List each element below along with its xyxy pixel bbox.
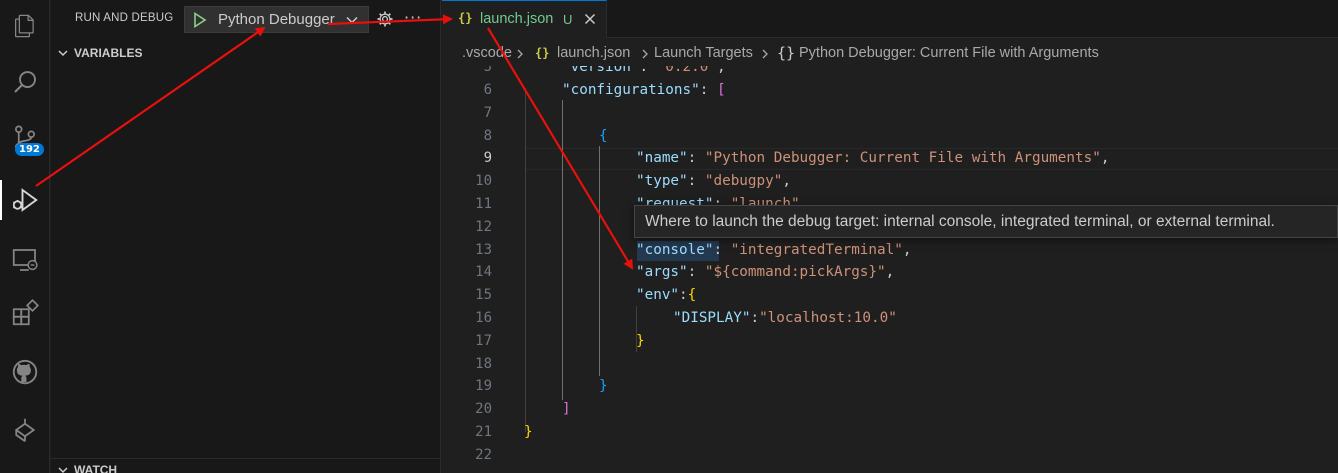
- chevron-down-icon: [346, 16, 358, 24]
- code-line: "name": "Python Debugger: Current File w…: [636, 150, 1110, 166]
- hover-tooltip: Where to launch the debug target: intern…: [634, 205, 1338, 238]
- code-line: "version": "0.2.0",: [562, 66, 726, 75]
- untracked-status-badge: U: [563, 12, 573, 27]
- variables-section-header[interactable]: VARIABLES: [51, 42, 441, 64]
- github-icon: [12, 359, 38, 385]
- debug-config-label: Python Debugger: [218, 11, 335, 28]
- files-icon: [15, 14, 34, 38]
- gitlens-icon: [14, 418, 36, 442]
- editor-tabs: {} launch.json U: [442, 0, 1338, 38]
- line-number: 5: [483, 66, 492, 75]
- watch-section-header[interactable]: WATCH: [51, 459, 441, 473]
- json-file-icon: {}: [458, 11, 473, 25]
- hover-tooltip-text: Where to launch the debug target: intern…: [645, 213, 1275, 230]
- breadcrumb-file[interactable]: launch.json: [557, 45, 630, 61]
- extensions-icon: [12, 298, 40, 326]
- line-number: 11: [475, 196, 492, 212]
- more-actions-icon[interactable]: ···: [404, 8, 422, 27]
- search-icon: [14, 71, 36, 93]
- variables-section-label: VARIABLES: [74, 46, 143, 60]
- line-number: 14: [475, 264, 492, 280]
- chevron-down-icon: [58, 50, 68, 57]
- json-file-icon: {}: [535, 46, 550, 60]
- chevron-right-icon: [642, 49, 648, 59]
- activity-remote-explorer[interactable]: [0, 236, 50, 284]
- breadcrumb-folder[interactable]: .vscode: [462, 45, 512, 61]
- line-number: 12: [475, 219, 492, 235]
- line-number: 8: [483, 128, 492, 144]
- code-line: "DISPLAY":"localhost:10.0": [673, 310, 897, 326]
- line-number: 21: [475, 424, 492, 440]
- code-editor[interactable]: 5 6 7 8 9 10 11 12 13 14 15 16 17 18 19 …: [442, 66, 1338, 473]
- line-number-current: 9: [483, 150, 492, 166]
- breadcrumb-section[interactable]: Launch Targets: [654, 45, 753, 61]
- gear-icon[interactable]: [376, 10, 394, 28]
- debug-icon: [12, 188, 38, 212]
- code-line: ]: [562, 401, 571, 417]
- watch-section-label: WATCH: [74, 463, 118, 473]
- code-line: "args": "${command:pickArgs}",: [636, 264, 895, 280]
- code-line: "configurations": [: [562, 82, 726, 98]
- code-line: "env":{: [636, 287, 697, 303]
- line-number: 7: [483, 105, 492, 121]
- activity-gitlens[interactable]: [0, 406, 50, 454]
- chevron-right-icon: [517, 49, 523, 59]
- line-number: 17: [475, 333, 492, 349]
- debug-config-dropdown[interactable]: Python Debugger: [184, 6, 369, 33]
- activity-search[interactable]: [0, 58, 50, 106]
- sidebar-title: RUN AND DEBUG: [75, 12, 174, 24]
- code-line: "console": "integratedTerminal",: [636, 242, 912, 258]
- tab-launch-json[interactable]: {} launch.json U: [442, 0, 607, 38]
- chevron-down-icon: [58, 467, 68, 473]
- code-line: {: [599, 128, 608, 144]
- code-line: }: [636, 333, 645, 349]
- line-number: 20: [475, 401, 492, 417]
- line-number: 13: [475, 242, 492, 258]
- indent-guide: [599, 146, 600, 376]
- activity-extensions[interactable]: [0, 289, 50, 337]
- code-line: }: [524, 424, 533, 440]
- source-control-badge: 192: [15, 143, 44, 156]
- line-number: 19: [475, 378, 492, 394]
- code-line: "type": "debugpy",: [636, 173, 791, 189]
- start-debugging-icon[interactable]: [193, 12, 207, 28]
- object-icon: {}: [777, 44, 796, 62]
- line-number: 15: [475, 287, 492, 303]
- indent-guide: [525, 88, 526, 432]
- close-icon[interactable]: [583, 12, 597, 26]
- chevron-right-icon: [762, 49, 768, 59]
- activity-github[interactable]: [0, 348, 50, 396]
- tab-label: launch.json: [480, 11, 554, 27]
- line-number: 16: [475, 310, 492, 326]
- remote-explorer-icon: [12, 249, 38, 271]
- activity-explorer[interactable]: [0, 2, 50, 50]
- code-line: }: [599, 378, 608, 394]
- breadcrumb-target[interactable]: Python Debugger: Current File with Argum…: [799, 45, 1099, 61]
- activity-bar: 192: [0, 0, 50, 473]
- line-number: 22: [475, 447, 492, 463]
- activity-run-and-debug[interactable]: [0, 176, 50, 224]
- breadcrumb: .vscode {} launch.json Launch Targets {}…: [442, 40, 1338, 66]
- line-number: 18: [475, 356, 492, 372]
- indent-guide: [562, 100, 563, 400]
- run-and-debug-sidebar: RUN AND DEBUG Python Debugger ··· VARIAB…: [51, 0, 441, 473]
- line-number: 10: [475, 173, 492, 189]
- line-number: 6: [483, 82, 492, 98]
